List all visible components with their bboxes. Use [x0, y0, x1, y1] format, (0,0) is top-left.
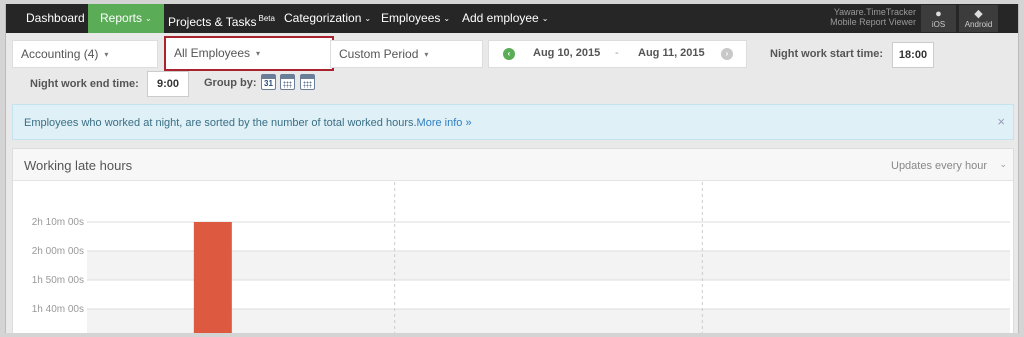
android-app-button[interactable]: ◆ Android	[959, 5, 998, 32]
info-alert: Employees who worked at night, are sorte…	[12, 104, 1014, 140]
prev-date-icon[interactable]: ‹	[503, 48, 515, 60]
nav-categorization[interactable]: Categorization ⌄	[272, 4, 383, 33]
night-end-label: Night work end time:	[30, 78, 139, 90]
working-late-hours-chart: 2h 10m 00s 2h 00m 00s 1h 50m 00s 1h 40m 00s…	[32, 182, 1010, 333]
period-value: Custom Period	[339, 47, 419, 61]
y-tick-label: 1h 50m 00s	[32, 275, 84, 286]
brand-line-1: Yaware.TimeTracker	[833, 7, 916, 17]
y-tick-label: 1h 40m 00s	[32, 304, 84, 315]
calendar-grid	[283, 81, 292, 88]
group-by-label: Group by:	[204, 77, 257, 89]
date-to[interactable]: Aug 11, 2015	[638, 47, 705, 59]
next-date-icon[interactable]: ›	[721, 48, 733, 60]
y-tick-label: 2h 00m 00s	[32, 246, 84, 257]
brand-text: Yaware.TimeTracker Mobile Report Viewer	[806, 7, 916, 27]
night-end-input[interactable]: 9:00	[147, 71, 189, 97]
ios-app-button[interactable]: ● iOS	[921, 5, 956, 32]
night-start-input[interactable]: 18:00	[892, 42, 934, 68]
nav-dashboard-label: Dashboard	[26, 11, 85, 25]
nav-projects-label: Projects & Tasks	[168, 15, 257, 29]
panel-title: Working late hours	[24, 158, 133, 173]
chevron-down-icon[interactable]: ⌄	[999, 159, 1007, 170]
nav-reports[interactable]: Reports ⌄	[88, 4, 164, 33]
top-navbar: Dashboard Reports ⌄ Projects & Tasks Beta …	[6, 4, 1018, 33]
more-info-link[interactable]: More info »	[417, 117, 472, 129]
nav-reports-label: Reports	[100, 11, 143, 25]
working-late-hours-panel: Working late hours Updates every hour ⌄ …	[12, 148, 1014, 333]
android-icon: ◆	[974, 8, 983, 20]
caret-down-icon: ▾	[424, 50, 429, 59]
caret-down-icon: ▾	[256, 49, 261, 58]
apple-icon: ●	[935, 8, 942, 20]
calendar-header	[281, 75, 294, 79]
nav-categorization-label: Categorization	[284, 11, 362, 25]
close-icon[interactable]: ×	[997, 114, 1005, 129]
group-by-week-icon[interactable]	[280, 74, 295, 90]
employees-dropdown[interactable]: All Employees ▾	[164, 36, 334, 71]
nav-employees-label: Employees	[381, 11, 441, 25]
group-by-month-icon[interactable]	[300, 74, 315, 90]
calendar-grid	[303, 81, 312, 88]
calendar-header	[301, 75, 314, 79]
panel-header: Working late hours Updates every hour ⌄	[13, 149, 1013, 181]
alert-message: Employees who worked at night, are sorte…	[24, 117, 472, 129]
ios-label: iOS	[931, 20, 946, 29]
date-range-picker: ‹ Aug 10, 2015 - Aug 11, 2015 ›	[488, 40, 747, 68]
nav-projects-tasks[interactable]: Projects & Tasks Beta	[156, 4, 287, 33]
nav-add-employee[interactable]: Add employee ⌄	[450, 4, 560, 33]
employees-value: All Employees	[174, 46, 251, 60]
calendar-day-number: 31	[264, 79, 273, 88]
chevron-down-icon: ⌄	[145, 14, 152, 23]
nav-dashboard[interactable]: Dashboard	[14, 4, 97, 33]
android-label: Android	[964, 20, 993, 29]
department-dropdown[interactable]: Accounting (4) ▾	[12, 40, 158, 68]
caret-down-icon: ▾	[104, 50, 109, 59]
period-dropdown[interactable]: Custom Period ▾	[330, 40, 483, 68]
date-separator: -	[615, 47, 619, 59]
group-by-day-icon[interactable]: 31	[261, 74, 276, 90]
alert-text: Employees who worked at night, are sorte…	[24, 117, 417, 129]
night-start-label: Night work start time:	[770, 48, 884, 60]
nav-add-employee-label: Add employee	[462, 11, 539, 25]
chart-bar[interactable]	[193, 222, 232, 333]
update-frequency[interactable]: Updates every hour	[891, 160, 987, 172]
brand-line-2: Mobile Report Viewer	[830, 17, 916, 27]
y-tick-label: 2h 10m 00s	[32, 217, 84, 228]
app-window: Dashboard Reports ⌄ Projects & Tasks Beta …	[5, 4, 1019, 333]
date-from[interactable]: Aug 10, 2015	[533, 47, 600, 59]
department-value: Accounting (4)	[21, 47, 99, 61]
chevron-down-icon: ⌄	[541, 14, 549, 23]
nav-employees[interactable]: Employees ⌄	[369, 4, 462, 33]
